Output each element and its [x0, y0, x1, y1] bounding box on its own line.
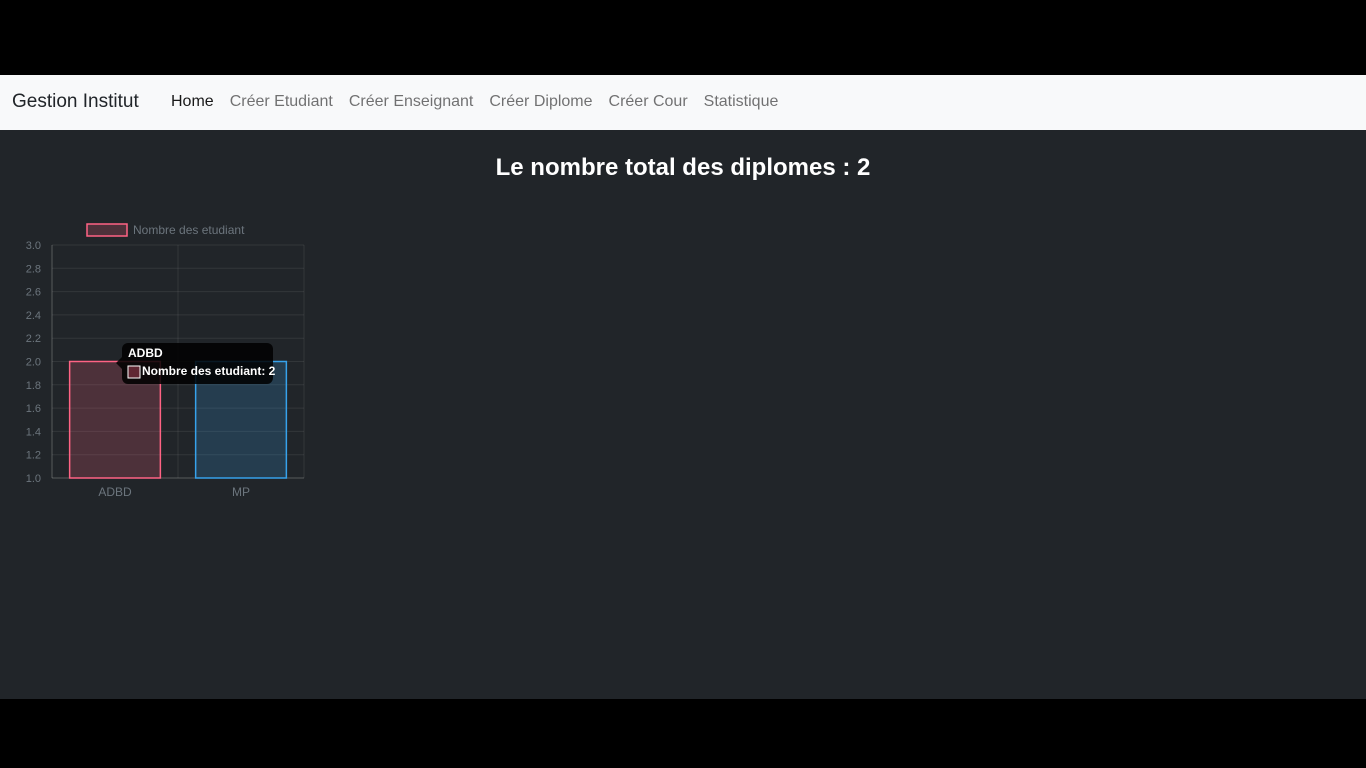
top-black-bar [0, 0, 1366, 75]
bottom-black-bar [0, 699, 1366, 768]
page-title: Le nombre total des diplomes : 2 [495, 154, 871, 181]
y-tick-label: 1.0 [26, 473, 41, 485]
nav-link-home[interactable]: Home [163, 93, 222, 111]
nav-links: Home Créer Etudiant Créer Enseignant Cré… [163, 93, 786, 111]
nav-link-creer-enseignant[interactable]: Créer Enseignant [341, 93, 482, 111]
nav-link-creer-cour[interactable]: Créer Cour [601, 93, 696, 111]
bar-chart-container: 1.0 1.2 1.4 1.6 1.8 2.0 2.2 2.4 2.6 2.8 3.0 ADBD MP N… [0, 210, 320, 510]
legend-swatch[interactable] [86, 223, 128, 237]
tooltip-title: ADBD [128, 346, 163, 360]
y-tick-label: 3.0 [26, 240, 41, 252]
y-tick-label: 1.4 [26, 426, 41, 438]
nav-item-creer-etudiant: Créer Etudiant [222, 93, 341, 111]
y-tick-label: 2.6 [26, 287, 41, 299]
nav-item-home: Home [163, 93, 222, 111]
y-tick-label: 2.0 [26, 357, 41, 369]
nav-item-statistique: Statistique [696, 93, 787, 111]
nav-item-creer-cour: Créer Cour [601, 93, 696, 111]
bar-chart[interactable]: 1.0 1.2 1.4 1.6 1.8 2.0 2.2 2.4 2.6 2.8 3.0 ADBD MP N… [0, 210, 320, 510]
nav-link-statistique[interactable]: Statistique [696, 93, 787, 111]
nav-item-creer-enseignant: Créer Enseignant [341, 93, 482, 111]
navbar: Gestion Institut Home Créer Etudiant Cré… [0, 75, 1366, 130]
y-tick-label: 2.4 [26, 310, 41, 322]
nav-link-creer-etudiant[interactable]: Créer Etudiant [222, 93, 341, 111]
nav-link-creer-diplome[interactable]: Créer Diplome [481, 93, 600, 111]
y-tick-label: 1.2 [26, 450, 41, 462]
tooltip-swatch [127, 365, 141, 379]
x-tick-label: ADBD [98, 485, 132, 499]
tooltip-label: Nombre des etudiant: 2 [142, 364, 276, 378]
navbar-brand[interactable]: Gestion Institut [12, 91, 139, 113]
y-tick-label: 1.8 [26, 380, 41, 392]
x-tick-label: MP [232, 485, 250, 499]
main-content: Le nombre total des diplomes : 2 1.0 1.2 1… [0, 130, 1366, 699]
legend-label[interactable]: Nombre des etudiant [133, 223, 245, 237]
y-tick-label: 1.6 [26, 403, 41, 415]
y-tick-label: 2.2 [26, 333, 41, 345]
nav-item-creer-diplome: Créer Diplome [481, 93, 600, 111]
y-tick-label: 2.8 [26, 263, 41, 275]
